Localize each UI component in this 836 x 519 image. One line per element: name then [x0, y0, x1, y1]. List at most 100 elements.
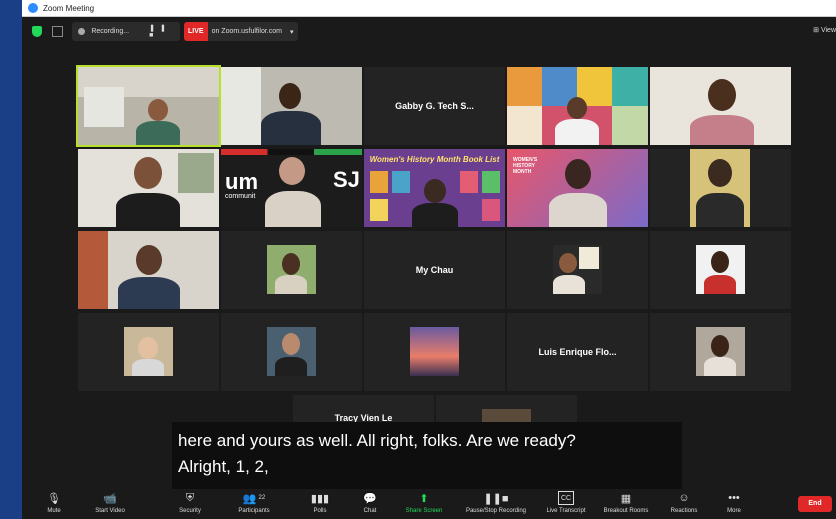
participant-tile-16[interactable]	[78, 313, 219, 391]
background-text-right: SJ	[333, 167, 360, 192]
participant-photo	[690, 149, 750, 227]
caption-line-2: Alright, 1, 2,	[178, 457, 269, 476]
participant-photo	[267, 327, 316, 376]
participant-tile-3[interactable]: Gabby G. Tech S...	[364, 67, 505, 145]
participant-tile-10[interactable]	[650, 149, 791, 227]
meeting-top-bar: Recording... ❚❚ ■ LIVE on Zoom.usfulfilo…	[22, 17, 836, 47]
participant-tile-6[interactable]	[78, 149, 219, 227]
book-cover	[392, 171, 410, 193]
more-button[interactable]: ••• More	[702, 491, 766, 514]
book-list-title: Women's History Month Book List	[369, 155, 500, 164]
participant-photo	[267, 245, 316, 294]
poster-panel	[612, 106, 648, 145]
participants-icon: 👥 22	[242, 492, 266, 505]
participant-tile-18[interactable]	[364, 313, 505, 391]
pause-stop-icons[interactable]: ❚❚ ■	[149, 24, 180, 39]
chat-icon: 💬	[363, 492, 377, 505]
participant-body	[696, 193, 744, 227]
participant-body	[116, 193, 180, 227]
live-caption-box: here and yours as well. All right, folks…	[172, 422, 682, 490]
live-transcript-label: Live Transcript	[546, 508, 586, 514]
participant-photo	[553, 245, 602, 294]
live-transcript-button[interactable]: CC Live Transcript	[534, 491, 598, 514]
participant-name: My Chau	[415, 265, 454, 275]
start-video-button[interactable]: 📹 Start Video	[78, 491, 142, 515]
participants-label: Participants	[238, 508, 270, 514]
participant-head	[708, 79, 736, 111]
participant-tile-17[interactable]	[221, 313, 362, 391]
share-screen-label: Share Screen	[405, 508, 443, 514]
participant-tile-8[interactable]: Women's History Month Book List	[364, 149, 505, 227]
live-badge: LIVE	[184, 22, 208, 41]
window-background	[221, 67, 261, 145]
pause-stop-recording-button[interactable]: ❚❚■ Pause/Stop Recording	[464, 491, 528, 515]
participant-head	[282, 333, 300, 355]
participant-photo	[696, 327, 745, 376]
participant-head	[711, 251, 729, 273]
participant-tile-2[interactable]	[221, 67, 362, 145]
meeting-info-icon[interactable]	[52, 26, 63, 37]
participant-tile-12[interactable]	[221, 231, 362, 309]
participant-body	[261, 111, 321, 145]
background-subtext: communit	[225, 193, 256, 200]
participant-body	[275, 357, 307, 376]
photo-caption-card	[579, 247, 599, 269]
mute-label: Mute	[47, 508, 61, 514]
participant-tile-11[interactable]	[78, 231, 219, 309]
book-cover	[370, 199, 388, 221]
participant-body	[118, 277, 180, 309]
breakout-rooms-icon: ▦	[620, 492, 632, 505]
shield-icon: ⛨	[185, 491, 195, 504]
participant-head	[134, 157, 162, 189]
smiley-icon: ☺	[678, 492, 690, 504]
participant-head	[282, 253, 300, 275]
participant-name: Luis Enrique Flo...	[538, 347, 617, 357]
participant-head	[559, 253, 577, 273]
poster-panel	[612, 67, 648, 106]
view-button[interactable]: ⊞ View	[813, 26, 836, 34]
share-screen-button[interactable]: ⬆ Share Screen	[392, 491, 456, 515]
live-stream-indicator[interactable]: LIVE on Zoom.usfulfilor.com ▾	[184, 22, 298, 41]
book-cover	[482, 171, 500, 193]
book-cover	[460, 171, 478, 193]
participant-body	[132, 359, 164, 376]
breakout-rooms-button[interactable]: ▦ Breakout Rooms	[594, 491, 658, 515]
polls-icon: ▮▮▮	[310, 492, 330, 505]
participant-tile-9[interactable]: WOMEN'S HISTORY MONTH	[507, 149, 648, 227]
participant-tile-4[interactable]	[507, 67, 648, 145]
participant-tile-5[interactable]	[650, 67, 791, 145]
participant-head	[565, 159, 591, 189]
chevron-down-icon[interactable]: ▾	[286, 28, 298, 36]
recording-indicator[interactable]: Recording... ❚❚ ■	[72, 22, 180, 41]
participant-tile-19[interactable]: Luis Enrique Flo...	[507, 313, 648, 391]
poster-panel	[507, 106, 542, 145]
participant-tile-14[interactable]	[507, 231, 648, 309]
participant-tile-1[interactable]	[76, 65, 221, 147]
encryption-shield-icon[interactable]	[32, 26, 42, 37]
participant-body	[704, 275, 736, 294]
mute-button[interactable]: 🎙 Mute	[22, 491, 86, 515]
participant-body	[265, 191, 321, 227]
more-label: More	[727, 508, 741, 514]
pause-stop-icon: ❚❚■	[483, 492, 509, 505]
participants-count: 22	[258, 495, 266, 501]
microphone-icon: 🎙	[47, 492, 61, 505]
banner-stripe	[221, 149, 362, 155]
end-meeting-button[interactable]: End	[798, 496, 832, 512]
participant-body	[690, 115, 754, 145]
participant-tile-7[interactable]: um communit SJ	[221, 149, 362, 227]
participant-name: Gabby G. Tech S...	[395, 101, 474, 111]
participants-button[interactable]: 👥 22 Participants	[222, 491, 286, 515]
plant-background	[178, 153, 214, 193]
start-video-label: Start Video	[95, 508, 125, 514]
more-icon: •••	[728, 492, 740, 504]
participant-tile-13[interactable]: My Chau	[364, 231, 505, 309]
participant-body	[704, 357, 736, 376]
window-title: Zoom Meeting	[43, 3, 95, 13]
participant-head	[136, 245, 162, 275]
security-button[interactable]: ⛨ Security	[158, 491, 222, 515]
participant-head	[138, 337, 158, 359]
participant-head	[279, 83, 301, 109]
participant-tile-20[interactable]	[650, 313, 791, 391]
participant-tile-15[interactable]	[650, 231, 791, 309]
